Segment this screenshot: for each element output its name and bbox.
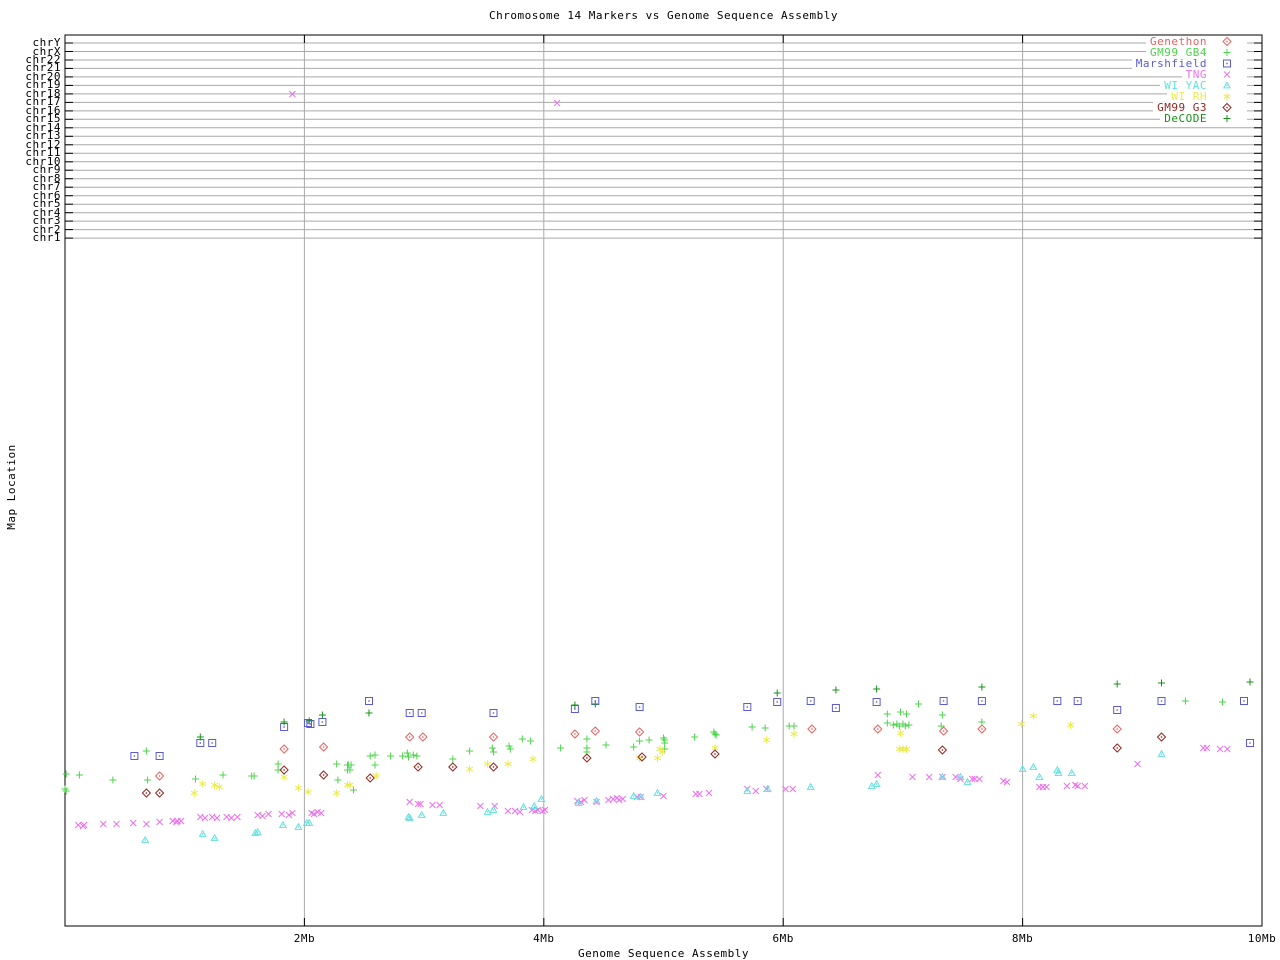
x-tick-label-2Mb: 2Mb [293,932,316,945]
legend-marker-cross-icon [1207,69,1247,80]
legend: Genethon GM99 GB4 Marshfield TNG WI YAC WI RH… [1131,36,1247,124]
y-tick-label-chr1: chr1 [32,231,61,245]
x-tick-label-8Mb: 8Mb [1011,932,1034,945]
legend-marker-triangle-dot-icon [1207,80,1247,91]
series-gm99_g3 [141,732,1167,798]
legend-marker-diamond-open-dot-icon [1207,102,1247,113]
x-tick-label-6Mb: 6Mb [772,932,794,945]
series-gm99_gb4 [61,697,1226,795]
series-genethon [154,724,1122,781]
legend-marker-square-open-dot-icon [1207,58,1247,69]
legend-marker-plus-icon [1207,113,1247,124]
series-decode [196,678,1254,741]
legend-label: DeCODE [1164,112,1207,125]
legend-marker-diamond-open-dot-icon [1207,36,1247,47]
legend-marker-plus-icon [1207,47,1247,58]
chart-root: Chromosome 14 Markers vs Genome Sequence… [0,0,1280,960]
x-tick-label-10Mb: 10Mb [1247,932,1277,945]
series-wi_yac [141,749,1166,843]
legend-item-decode: DeCODE [1160,113,1247,124]
plot-canvas [61,34,1263,927]
series-tng [74,90,1231,830]
legend-marker-asterisk-icon [1207,91,1247,102]
series-marshfield [130,697,1254,760]
x-tick-label-4Mb: 4Mb [533,932,555,945]
